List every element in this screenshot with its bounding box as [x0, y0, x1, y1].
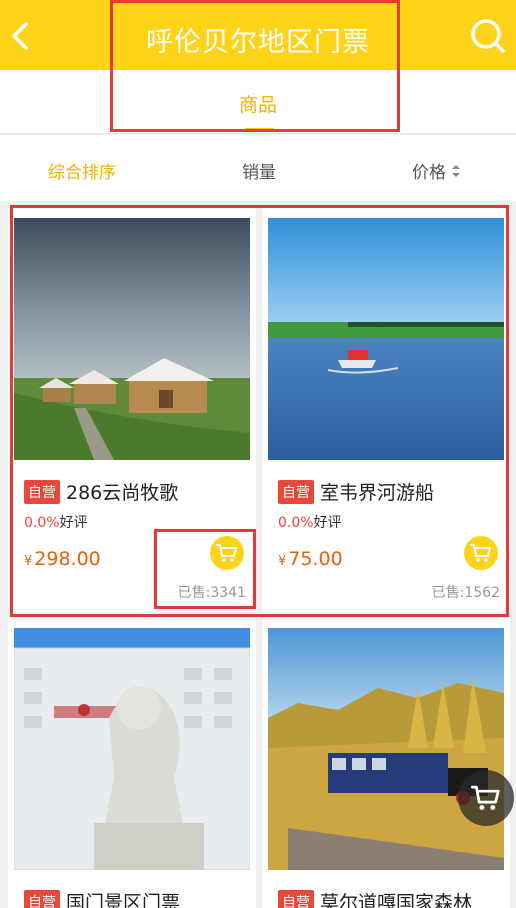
product-card[interactable]: 自营 室韦界河游船 0.0%好评 ¥75.00 已售:1562 — [262, 208, 510, 612]
product-image[interactable] — [14, 218, 250, 460]
add-to-cart-button[interactable] — [464, 536, 498, 570]
rating-percent: 0.0% — [278, 515, 314, 531]
currency-symbol: ¥ — [278, 554, 287, 569]
product-price: ¥298.00 — [24, 548, 101, 570]
product-image[interactable] — [268, 218, 504, 460]
product-rating: 0.0%好评 — [278, 512, 342, 532]
cart-icon — [471, 785, 500, 810]
sort-sales[interactable]: 销量 — [242, 158, 276, 183]
self-operated-badge: 自营 — [278, 479, 314, 504]
tab-bar: 商品 — [0, 70, 516, 134]
sort-bar: 综合排序 销量 价格 — [0, 135, 516, 201]
product-card[interactable]: 自营 莫尔道嘎国家森林 — [262, 618, 510, 908]
price-value: 298.00 — [34, 548, 101, 570]
product-title-row: 自营 莫尔道嘎国家森林 — [278, 888, 472, 908]
sort-price-label: 价格 — [412, 163, 446, 183]
search-button[interactable] — [468, 16, 508, 56]
floating-cart-button[interactable] — [458, 770, 514, 826]
product-name[interactable]: 286云尚牧歌 — [66, 478, 178, 505]
product-card[interactable]: 自营 286云尚牧歌 0.0%好评 ¥298.00 已售:3341 — [8, 208, 256, 612]
product-rating: 0.0%好评 — [24, 512, 88, 532]
product-title-row: 自营 286云尚牧歌 — [24, 478, 178, 505]
page-title: 呼伦贝尔地区门票 — [146, 27, 370, 58]
sort-comprehensive[interactable]: 综合排序 — [48, 158, 116, 183]
sort-price[interactable]: 价格 — [412, 158, 460, 183]
sort-arrows-icon — [452, 165, 460, 177]
search-icon — [471, 19, 505, 53]
self-operated-badge: 自营 — [278, 889, 314, 908]
product-name[interactable]: 国门景区门票 — [66, 888, 180, 908]
cart-icon — [470, 544, 491, 562]
self-operated-badge: 自营 — [24, 889, 60, 908]
rating-label: 好评 — [59, 515, 88, 531]
self-operated-badge: 自营 — [24, 479, 60, 504]
rating-percent: 0.0% — [24, 515, 60, 531]
product-image[interactable] — [268, 628, 504, 870]
tab-active-indicator — [244, 128, 274, 132]
add-to-cart-button[interactable] — [210, 536, 244, 570]
product-name[interactable]: 莫尔道嘎国家森林 — [320, 888, 472, 908]
price-value: 75.00 — [288, 548, 343, 570]
product-title-row: 自营 国门景区门票 — [24, 888, 180, 908]
sold-count: 已售:3341 — [177, 585, 246, 601]
header-bar: 呼伦贝尔地区门票 — [0, 0, 516, 70]
product-price: ¥75.00 — [278, 548, 343, 570]
cart-icon — [216, 544, 237, 562]
product-card[interactable]: 自营 国门景区门票 — [8, 618, 256, 908]
product-image[interactable] — [14, 628, 250, 870]
sold-count: 已售:1562 — [431, 585, 500, 601]
currency-symbol: ¥ — [24, 554, 33, 569]
tab-products[interactable]: 商品 — [0, 90, 516, 117]
rating-label: 好评 — [313, 515, 342, 531]
product-name[interactable]: 室韦界河游船 — [320, 478, 434, 505]
product-title-row: 自营 室韦界河游船 — [278, 478, 434, 505]
